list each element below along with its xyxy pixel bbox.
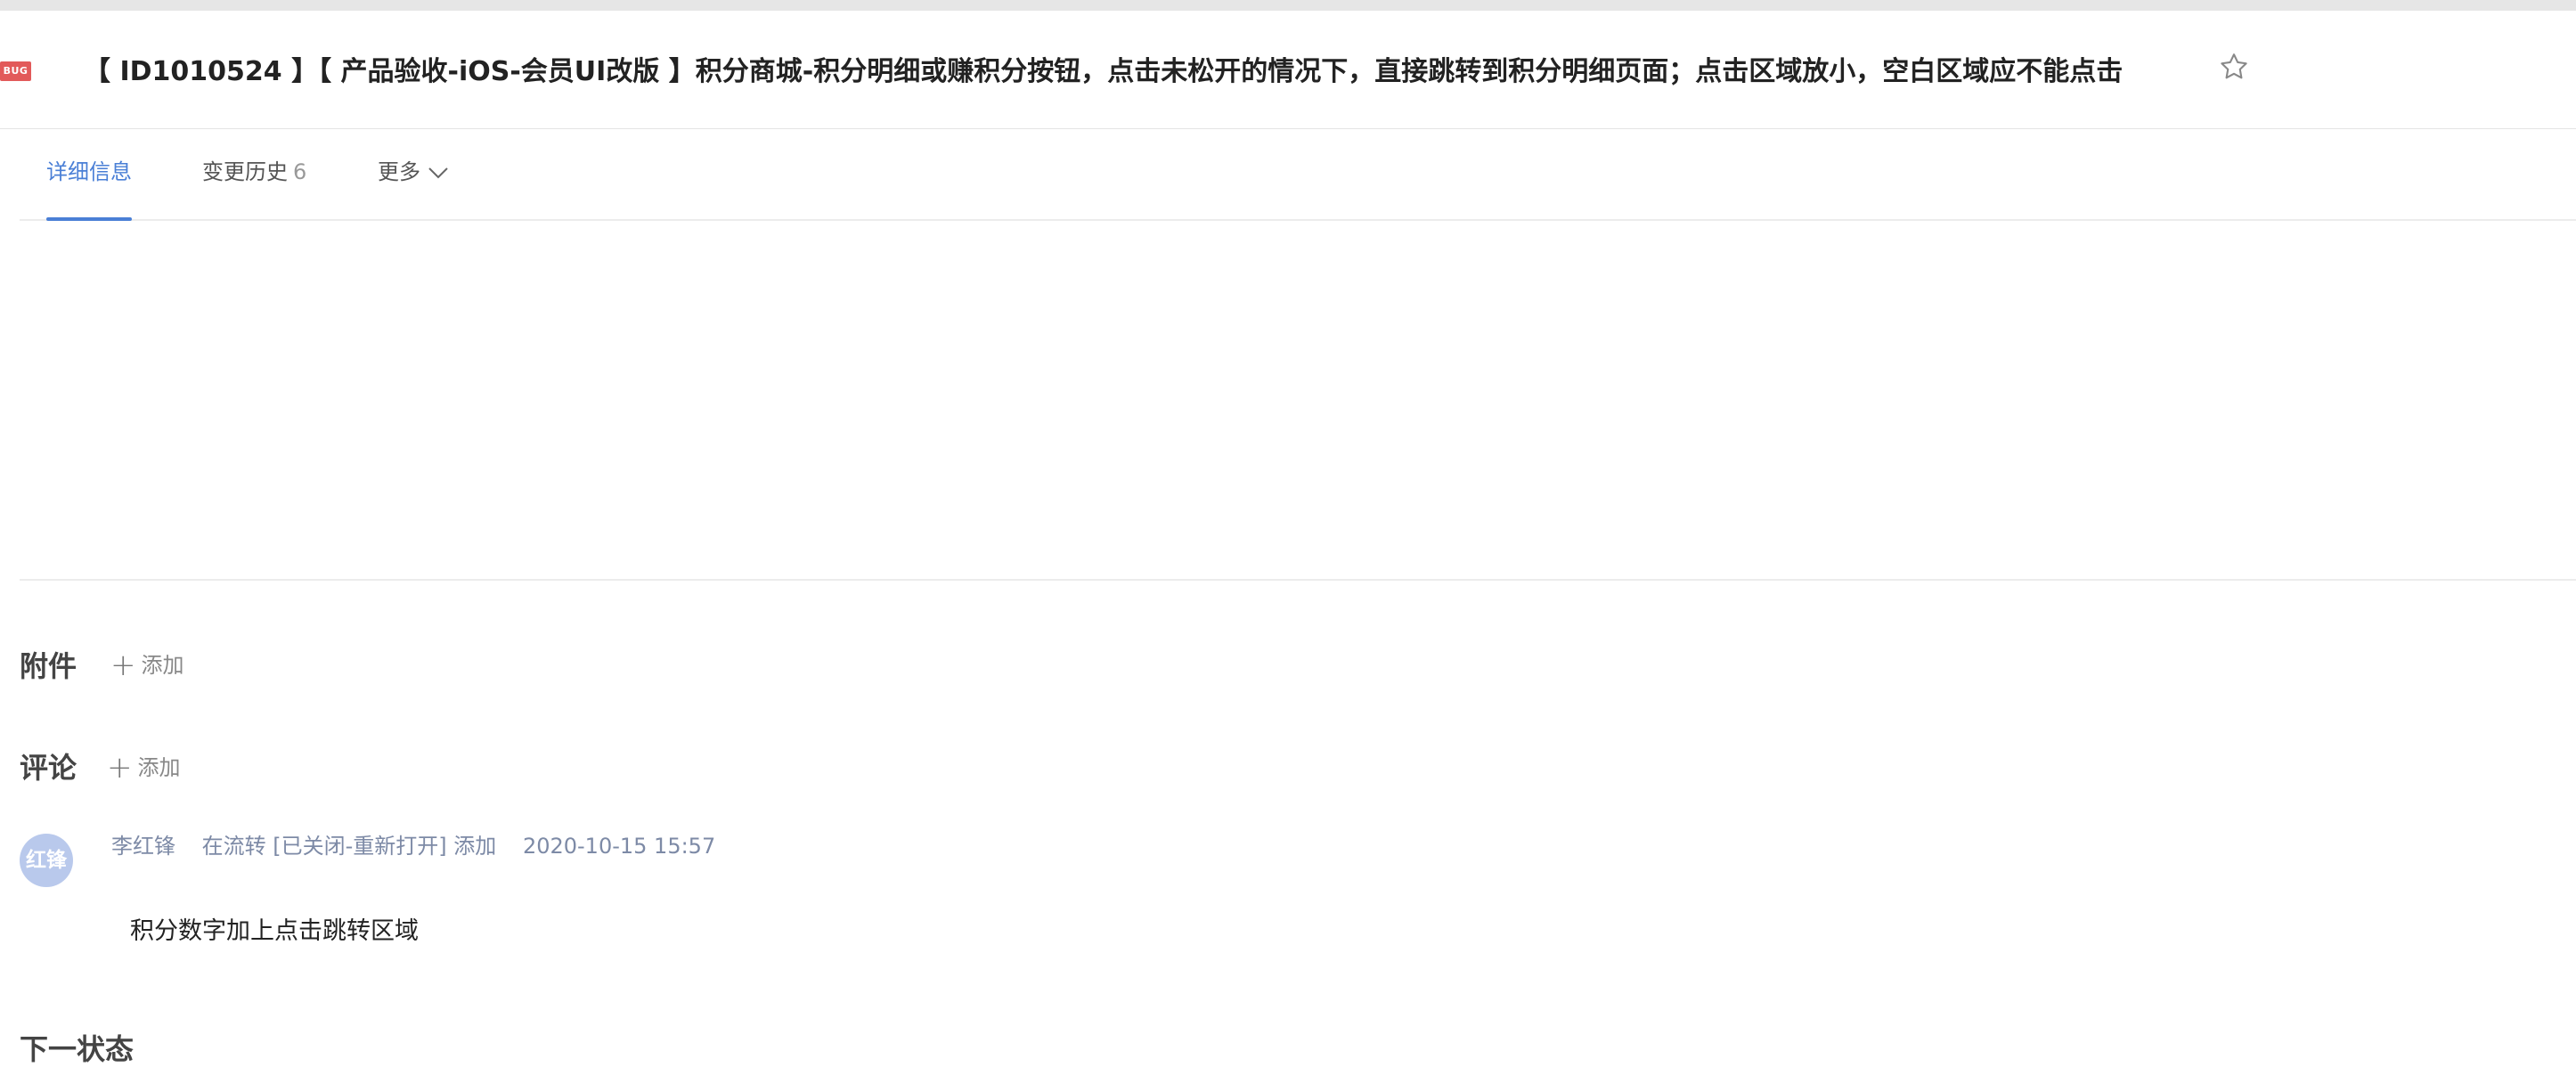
- add-attachment-label: 添加: [141, 653, 184, 678]
- header-divider: [0, 128, 2576, 129]
- plus-icon: +: [110, 648, 136, 683]
- chevron-down-icon: [428, 167, 448, 179]
- comment-timestamp: 2020-10-15 15:57: [522, 834, 716, 859]
- attachments-heading: 附件: [20, 649, 77, 683]
- add-attachment-button[interactable]: + 添加: [110, 650, 184, 680]
- issue-header: BUG 【 ID1010524 】【 产品验收-iOS-会员UI改版 】积分商城…: [0, 41, 2576, 103]
- star-icon[interactable]: [2218, 51, 2250, 83]
- tab-more[interactable]: 更多: [378, 157, 449, 187]
- tab-change-history[interactable]: 变更历史 6: [202, 157, 306, 187]
- content-divider: [20, 579, 2576, 581]
- tab-more-label: 更多: [378, 159, 420, 184]
- next-state-heading: 下一状态: [20, 1032, 135, 1066]
- plus-icon: +: [107, 750, 133, 786]
- comments-heading: 评论: [20, 751, 77, 785]
- comment-meta: 李红锋 在流转 [已关闭-重新打开] 添加 2020-10-15 15:57: [111, 831, 735, 861]
- tab-history-label: 变更历史: [202, 159, 288, 184]
- top-bar: [0, 0, 2576, 11]
- comment-action: 在流转 [已关闭-重新打开] 添加: [201, 834, 497, 859]
- comment-author: 李红锋: [111, 834, 175, 859]
- add-comment-label: 添加: [137, 755, 181, 780]
- tab-history-count: 6: [293, 159, 307, 184]
- bug-badge-icon: BUG: [0, 61, 31, 81]
- comment-body: 积分数字加上点击跳转区域: [130, 917, 419, 945]
- tab-bar: 详细信息 变更历史 6 更多: [20, 134, 2576, 221]
- issue-title: 【 ID1010524 】【 产品验收-iOS-会员UI改版 】积分商城-积分明…: [84, 56, 2124, 87]
- active-tab-indicator: [46, 217, 132, 221]
- avatar: 红锋: [20, 834, 73, 887]
- tab-details[interactable]: 详细信息: [46, 157, 132, 187]
- tab-details-label: 详细信息: [46, 159, 132, 184]
- add-comment-button[interactable]: + 添加: [107, 753, 181, 783]
